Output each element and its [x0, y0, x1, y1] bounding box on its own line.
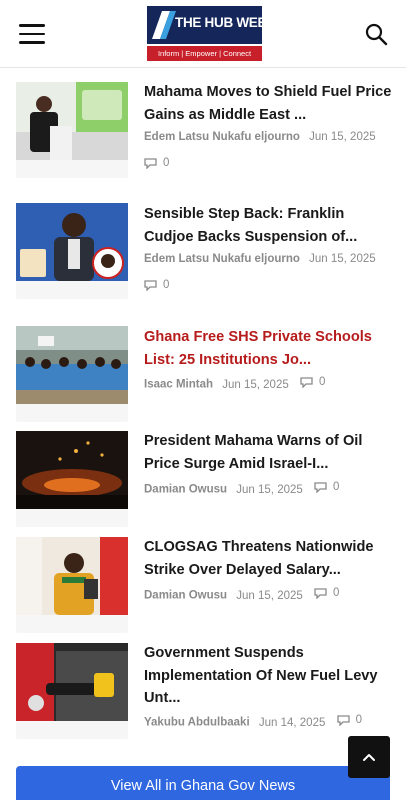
article-meta: Yakubu Abdulbaaki Jun 14, 2025 0: [144, 714, 400, 729]
comment-icon: [144, 279, 157, 291]
logo-tagline: Inform | Empower | Connect: [147, 46, 262, 61]
comment-count[interactable]: 0: [300, 376, 325, 388]
comment-icon: [314, 587, 327, 599]
article-date: Jun 14, 2025: [258, 716, 326, 729]
article-meta: Damian Owusu Jun 15, 2025 0: [144, 587, 400, 602]
logo-mark-icon: [152, 11, 176, 39]
article-thumbnail[interactable]: [16, 431, 128, 509]
article-author[interactable]: Isaac Mintah: [144, 379, 213, 391]
comment-count-value: 0: [333, 481, 340, 493]
logo-title: THE HUB WEB: [175, 15, 262, 30]
comment-count[interactable]: 0: [314, 587, 339, 599]
chevron-up-icon: [363, 754, 375, 761]
comment-count-value: 0: [163, 157, 170, 169]
article-meta: Edem Latsu Nukafu eljourno Jun 15, 2025: [144, 131, 400, 143]
comment-count-value: 0: [355, 714, 362, 726]
logo-banner: THE HUB WEB: [147, 6, 262, 44]
article-meta: Damian Owusu Jun 15, 2025 0: [144, 481, 400, 496]
site-logo[interactable]: THE HUB WEB Inform | Empower | Connect: [147, 6, 262, 61]
article-author[interactable]: Damian Owusu: [144, 484, 227, 496]
comment-icon: [314, 481, 327, 493]
site-header: THE HUB WEB Inform | Empower | Connect: [0, 0, 406, 68]
comment-icon: [144, 157, 157, 169]
comment-count-value: 0: [318, 376, 326, 388]
article-date: Jun 15, 2025: [236, 589, 303, 602]
comment-count-value: 0: [333, 587, 340, 599]
article-date: Jun 15, 2025: [236, 483, 303, 496]
article-thumbnail[interactable]: [16, 537, 128, 615]
article-author[interactable]: Edem Latsu Nukafu eljourno: [144, 253, 300, 265]
article-thumbnail[interactable]: [16, 203, 128, 281]
comment-count[interactable]: 0: [144, 157, 169, 172]
article-date: Jun 15, 2025: [222, 378, 289, 391]
article-title[interactable]: Sensible Step Back: Franklin Cudjoe Back…: [144, 203, 394, 248]
article-author[interactable]: Edem Latsu Nukafu eljourno: [144, 131, 300, 143]
view-all-button[interactable]: View All in Ghana Gov News: [16, 766, 390, 800]
article-author[interactable]: Yakubu Abdulbaaki: [144, 717, 250, 729]
article-author[interactable]: Damian Owusu: [144, 590, 227, 602]
article-date: Jun 15, 2025: [309, 253, 376, 265]
article-title[interactable]: Government Suspends Implementation Of Ne…: [144, 642, 394, 710]
article-title[interactable]: Ghana Free SHS Private Schools List: 25 …: [144, 326, 394, 371]
search-icon[interactable]: [364, 22, 388, 46]
article-meta: Edem Latsu Nukafu eljourno Jun 15, 2025: [144, 253, 400, 265]
comment-icon: [336, 714, 350, 726]
scroll-to-top-button[interactable]: [348, 736, 390, 778]
article-thumbnail[interactable]: [16, 82, 128, 160]
comment-icon: [300, 376, 313, 388]
article-thumbnail[interactable]: [16, 643, 128, 721]
article-date: Jun 15, 2025: [309, 131, 376, 143]
article-thumbnail[interactable]: [16, 326, 128, 404]
comment-count[interactable]: 0: [314, 481, 339, 493]
comment-count-value: 0: [163, 279, 170, 291]
comment-count[interactable]: 0: [336, 714, 362, 726]
article-meta: Isaac Mintah Jun 15, 2025 0: [144, 376, 400, 391]
comment-count[interactable]: 0: [144, 279, 169, 294]
article-title[interactable]: Mahama Moves to Shield Fuel Price Gains …: [144, 81, 394, 126]
article-title[interactable]: President Mahama Warns of Oil Price Surg…: [144, 430, 394, 475]
article-title[interactable]: CLOGSAG Threatens Nationwide Strike Over…: [144, 536, 394, 581]
hamburger-menu-icon[interactable]: [19, 24, 45, 44]
